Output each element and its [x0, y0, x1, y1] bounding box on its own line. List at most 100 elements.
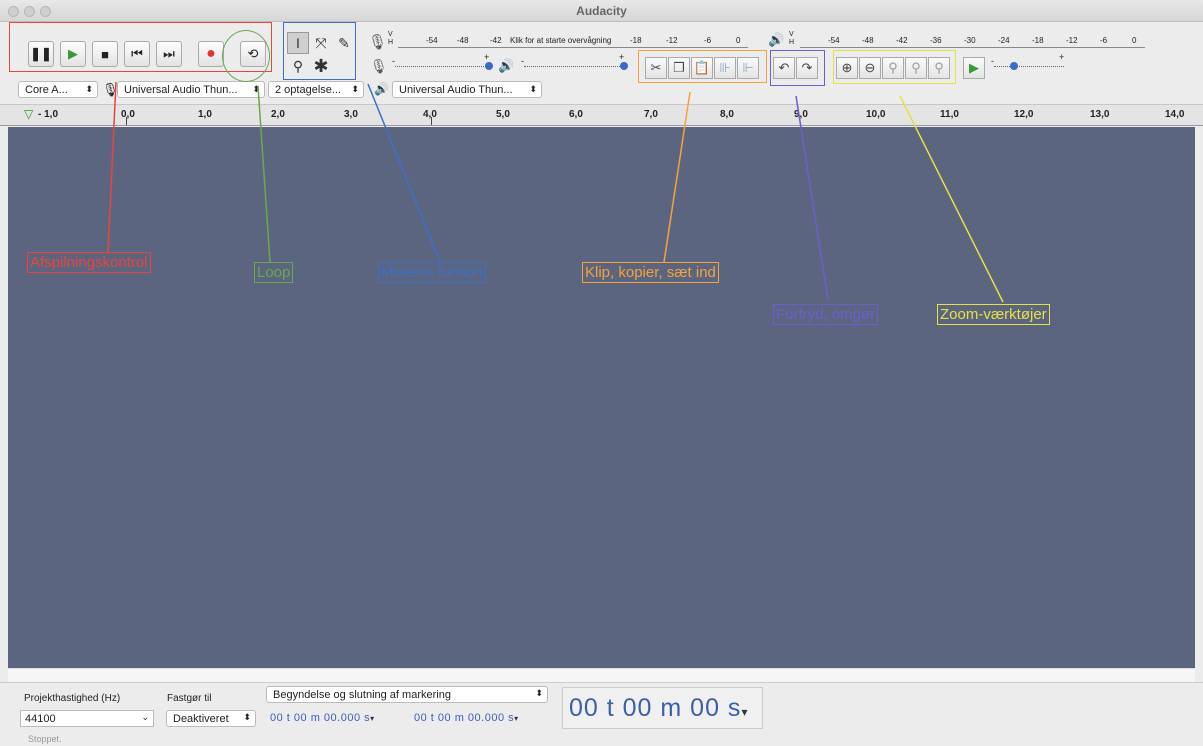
- ruler-tick-label: 10,0: [866, 109, 886, 120]
- slider-max: +: [1059, 52, 1065, 62]
- updown-icon: ⬍: [535, 688, 543, 698]
- snap-select[interactable]: Deaktiveret ⬍: [166, 710, 256, 727]
- play-icon: ▶: [969, 60, 979, 75]
- meter-tick: -12: [666, 36, 678, 45]
- meter-lr-label: VH: [388, 31, 394, 46]
- speaker-icon: 🔊: [498, 58, 515, 73]
- play-head-triangle-icon[interactable]: ▽: [24, 107, 33, 121]
- playback-meter[interactable]: -54 -48 -42 -36 -30 -24 -18 -12 -6 0: [800, 34, 1145, 48]
- meter-tick: -24: [998, 36, 1010, 45]
- annotation-label-mouse: Musens funtion: [378, 262, 486, 283]
- status-bar: Stoppet.: [0, 734, 1203, 746]
- play-at-speed-button[interactable]: ▶: [963, 57, 985, 79]
- playback-device-value: Universal Audio Thun...: [399, 84, 513, 96]
- meter-tick: -12: [1066, 36, 1078, 45]
- audio-host-value: Core A...: [25, 84, 68, 96]
- recording-channels-value: 2 optagelse...: [275, 84, 342, 96]
- project-rate-value: 44100: [25, 713, 56, 725]
- meter-tick: -6: [704, 36, 712, 45]
- ruler-tick-label: 9,0: [794, 109, 808, 120]
- status-text: Stoppet.: [28, 734, 62, 744]
- ruler-tick-label: 6,0: [569, 109, 583, 120]
- audio-position-display[interactable]: 00 t 00 m 00 s▾: [562, 687, 763, 729]
- track-area[interactable]: [8, 127, 1195, 668]
- updown-icon: ⬍: [529, 84, 537, 94]
- playback-speed-slider[interactable]: [994, 66, 1064, 68]
- audio-host-select[interactable]: Core A... ⬍: [18, 81, 98, 98]
- speaker-icon: 🔊: [374, 82, 389, 96]
- ruler-tick: [126, 117, 127, 125]
- updown-icon: ⬍: [252, 84, 260, 94]
- annotation-label-zoom: Zoom-værktøjer: [937, 304, 1050, 325]
- playback-volume-knob[interactable]: [620, 62, 628, 70]
- playback-device-select[interactable]: Universal Audio Thun... ⬍: [392, 81, 542, 98]
- recording-device-value: Universal Audio Thun...: [124, 84, 238, 96]
- meter-tick: 0: [736, 36, 741, 45]
- selection-mode-value: Begyndelse og slutning af markering: [273, 689, 451, 701]
- playback-speed-knob[interactable]: [1010, 62, 1018, 70]
- meter-tick: -54: [828, 36, 840, 45]
- dropdown-arrow-icon: ▾: [741, 705, 749, 719]
- recording-channels-select[interactable]: 2 optagelse... ⬍: [268, 81, 364, 98]
- selection-start-time[interactable]: 00 t 00 m 00.000 s▾: [270, 712, 375, 729]
- timeline-ruler[interactable]: ▽ - 1,0 0,0 1,0 2,0 3,0 4,0 5,0 6,0 7,0 …: [0, 104, 1203, 126]
- selection-end-time[interactable]: 00 t 00 m 00.000 s▾: [414, 712, 519, 729]
- speaker-meter-icon[interactable]: 🔊: [768, 32, 784, 48]
- chevron-down-icon: ⌄: [141, 712, 149, 722]
- ruler-tick-label: 1,0: [198, 109, 212, 120]
- slider-min: -: [991, 56, 994, 66]
- ruler-tick-label: 2,0: [271, 109, 285, 120]
- annotation-box-zoom: [833, 50, 956, 84]
- meter-tick: -48: [457, 36, 469, 45]
- slider-min: -: [392, 56, 395, 66]
- annotation-label-loop: Loop: [254, 262, 294, 283]
- ruler-tick-label: 11,0: [940, 109, 959, 120]
- selection-mode-select[interactable]: Begyndelse og slutning af markering ⬍: [266, 686, 548, 703]
- meter-tick: -18: [1032, 36, 1044, 45]
- slider-max: +: [619, 52, 625, 62]
- meter-lr-label: VH: [789, 31, 795, 46]
- record-volume-knob[interactable]: [485, 62, 493, 70]
- meter-tick: -54: [426, 36, 438, 45]
- meter-tick: -42: [490, 36, 502, 45]
- ruler-tick-label: 12,0: [1014, 109, 1034, 120]
- window-title: Audacity: [576, 4, 627, 18]
- snap-value: Deaktiveret: [173, 713, 229, 725]
- selection-start-value: 00 t 00 m 00.000 s: [270, 712, 371, 724]
- project-rate-select[interactable]: 44100 ⌄: [20, 710, 154, 727]
- ruler-tick-label: 14,0: [1165, 109, 1185, 120]
- dropdown-arrow-icon: ▾: [370, 714, 375, 723]
- annotation-box-mouse: [283, 22, 356, 80]
- updown-icon: ⬍: [85, 84, 93, 94]
- ruler-tick-label: 4,0: [423, 109, 437, 120]
- horizontal-scrollbar[interactable]: [8, 668, 1195, 682]
- ruler-tick-label: 8,0: [720, 109, 734, 120]
- annotation-box-clip: [638, 50, 767, 83]
- annotation-circle-loop: [222, 30, 270, 82]
- record-meter[interactable]: -54 -48 -42 Klik for at starte overvågni…: [398, 34, 748, 48]
- updown-icon: ⬍: [351, 84, 359, 94]
- ruler-tick-label: 0,0: [121, 109, 135, 120]
- ruler-tick-label: - 1,0: [38, 109, 59, 120]
- project-rate-label: Projekthastighed (Hz): [24, 693, 121, 704]
- microphone-icon[interactable]: 🎙: [368, 33, 387, 51]
- selection-end-value: 00 t 00 m 00.000 s: [414, 712, 515, 724]
- annotation-label-playback: Afspilningskontrol: [27, 252, 151, 273]
- ruler-tick-label: 3,0: [344, 109, 358, 120]
- updown-icon: ⬍: [243, 712, 251, 722]
- slider-max: +: [484, 52, 490, 62]
- annotation-label-clip: Klip, kopier, sæt ind: [582, 262, 719, 283]
- meter-tick: 0: [1132, 36, 1137, 45]
- record-volume-slider[interactable]: [395, 66, 490, 68]
- meter-tick: -18: [630, 36, 642, 45]
- ruler-tick-label: 13,0: [1090, 109, 1110, 120]
- meter-tick: -30: [964, 36, 976, 45]
- playback-volume-slider[interactable]: [524, 66, 624, 68]
- annotation-label-undo: Fortryd, omgør: [773, 304, 879, 325]
- audio-position-value: 00 t 00 m 00 s: [569, 694, 742, 722]
- meter-tick: -48: [862, 36, 874, 45]
- recording-device-select[interactable]: Universal Audio Thun... ⬍: [117, 81, 265, 98]
- slider-min: -: [521, 56, 524, 66]
- snap-label: Fastgør til: [167, 693, 212, 704]
- ruler-tick-label: 5,0: [496, 109, 510, 120]
